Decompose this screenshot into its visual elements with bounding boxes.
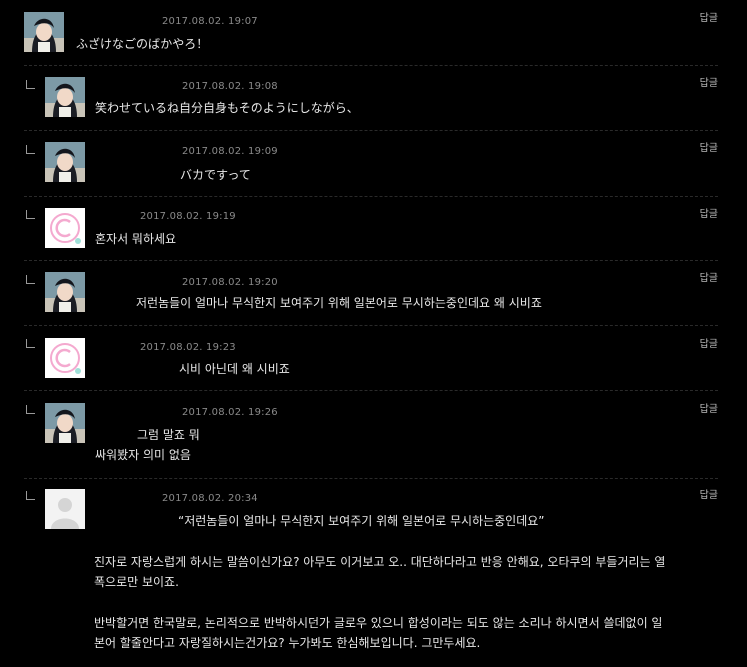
comment-item: 2017.08.02. 19:20 답글 저런놈들이 얼마나 무식한지 보여주기… — [0, 261, 747, 325]
reply-button[interactable]: 답글 — [700, 400, 718, 415]
reply-button[interactable]: 답글 — [700, 139, 718, 154]
anime-avatar-icon — [45, 403, 85, 443]
comment-item: 2017.08.02. 19:08 답글 笑わせているね自分自身もそのようにしな… — [0, 66, 747, 130]
comment-text: 진자로 자랑스럽게 하시는 말씀이신가요? 아무도 이거보고 오.. 대단하다라… — [94, 555, 666, 569]
anime-avatar-icon — [45, 142, 85, 182]
comment-item: 2017.08.02. 19:09 답글 バカですって — [0, 131, 747, 196]
comment-date: 2017.08.02. 19:23 — [140, 342, 236, 353]
comment-text: 笑わせているね自分自身もそのようにしながら、 — [95, 101, 359, 115]
reply-indent-icon — [26, 210, 35, 219]
comment-item: 2017.08.02. 19:19 답글 혼자서 뭐하세요 — [0, 197, 747, 260]
avatar[interactable] — [45, 338, 85, 378]
comment-text: 본어 할줄안다고 자랑질하시는건가요? 누가봐도 한심해보입니다. 그만두세요. — [94, 636, 481, 650]
reply-button[interactable]: 답글 — [700, 486, 718, 501]
comment-text: 저런놈들이 얼마나 무식한지 보여주기 위해 일본어로 무시하는중인데요 왜 시… — [136, 296, 542, 310]
comment-date: 2017.08.02. 19:07 — [162, 16, 258, 27]
comment-item: 2017.08.02. 20:34 답글 “저런놈들이 얼마나 무식한지 보여주… — [0, 479, 747, 667]
avatar[interactable] — [45, 272, 85, 312]
comment-text: 시비 아닌데 왜 시비죠 — [179, 362, 290, 376]
reply-indent-icon — [26, 491, 35, 500]
comment-item: 2017.08.02. 19:26 답글 그럼 말죠 뭐 싸워봤자 의미 없음 — [0, 391, 747, 481]
comment-date: 2017.08.02. 20:34 — [162, 493, 258, 504]
reply-indent-icon — [26, 80, 35, 89]
reply-indent-icon — [26, 145, 35, 154]
c-logo-avatar-icon — [45, 338, 85, 378]
comment-date: 2017.08.02. 19:19 — [140, 211, 236, 222]
avatar[interactable] — [45, 208, 85, 248]
default-avatar-icon — [45, 489, 85, 529]
comment-text: 반박할거면 한국말로, 논리적으로 반박하시던가 글로우 있으니 합성이라는 되… — [94, 616, 663, 630]
c-logo-avatar-icon — [45, 208, 85, 248]
reply-button[interactable]: 답글 — [700, 9, 718, 24]
anime-avatar-icon — [45, 272, 85, 312]
comment-date: 2017.08.02. 19:20 — [182, 277, 278, 288]
reply-indent-icon — [26, 339, 35, 348]
comment-text: 싸워봤자 의미 없음 — [95, 448, 191, 462]
avatar[interactable] — [24, 12, 64, 52]
comment-text: 혼자서 뭐하세요 — [95, 232, 177, 246]
avatar[interactable] — [45, 77, 85, 117]
comment-quote: “저런놈들이 얼마나 무식한지 보여주기 위해 일본어로 무시하는중인데요” — [178, 514, 545, 528]
comment-item: 2017.08.02. 19:07 답글 ふざけなごのばかやろ！ — [0, 0, 747, 66]
comment-text: 그럼 말죠 뭐 — [137, 428, 200, 442]
anime-avatar-icon — [45, 77, 85, 117]
reply-indent-icon — [26, 275, 35, 284]
anime-avatar-icon — [24, 12, 64, 52]
comment-text: バカですって — [180, 168, 251, 182]
comment-item: 2017.08.02. 19:23 답글 시비 아닌데 왜 시비죠 — [0, 326, 747, 390]
reply-indent-icon — [26, 405, 35, 414]
comment-text: 폭으로만 보이죠. — [94, 575, 179, 589]
reply-button[interactable]: 답글 — [700, 335, 718, 350]
comment-date: 2017.08.02. 19:09 — [182, 146, 278, 157]
avatar[interactable] — [45, 489, 85, 529]
avatar[interactable] — [45, 403, 85, 443]
comment-date: 2017.08.02. 19:26 — [182, 407, 278, 418]
avatar[interactable] — [45, 142, 85, 182]
reply-button[interactable]: 답글 — [700, 74, 718, 89]
comment-text: ふざけなごのばかやろ！ — [76, 37, 209, 51]
reply-button[interactable]: 답글 — [700, 205, 718, 220]
comment-date: 2017.08.02. 19:08 — [182, 81, 278, 92]
reply-button[interactable]: 답글 — [700, 269, 718, 284]
